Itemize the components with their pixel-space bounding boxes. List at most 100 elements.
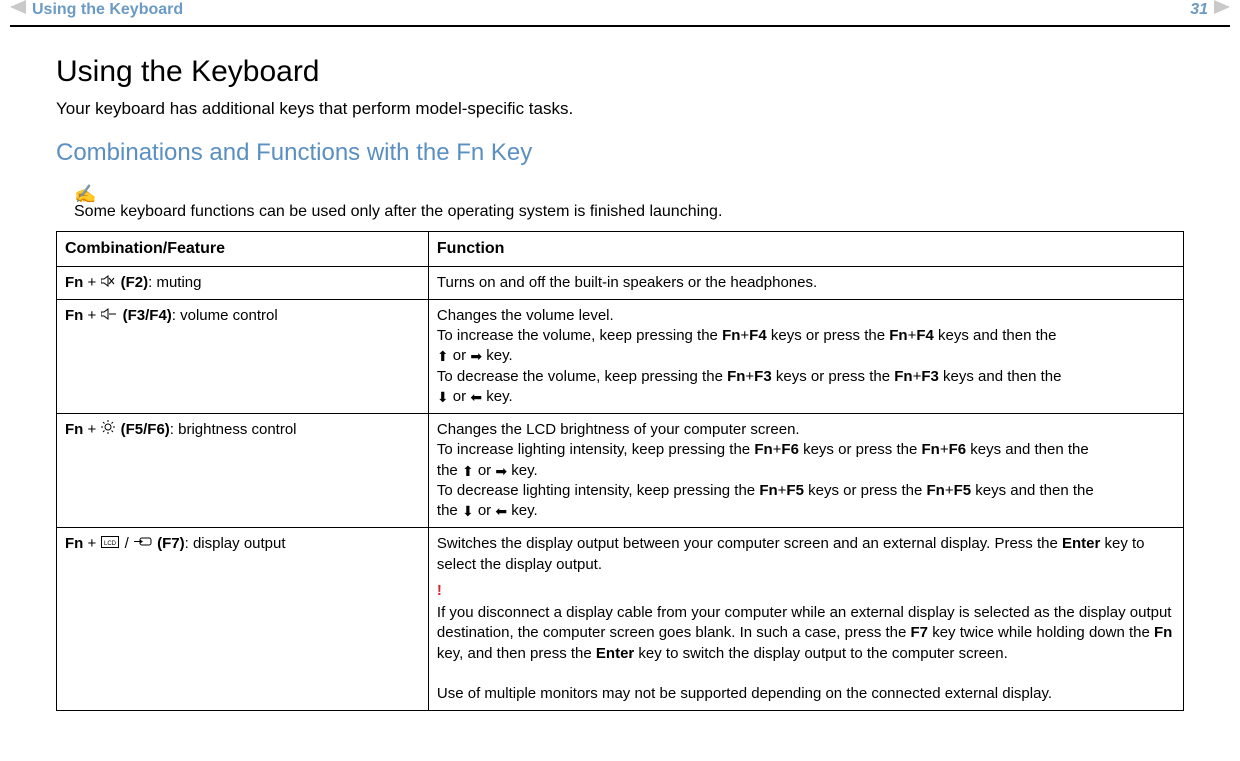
fn-key-label: Fn (65, 274, 83, 291)
key-ref: Fn (759, 482, 777, 499)
table-row: Fn + (F2): muting Turns on and off the b… (57, 266, 1184, 299)
arrow-left-icon: ⬅ (495, 504, 507, 518)
func-text: keys and then the (934, 327, 1057, 344)
combo-cell: Fn + (F3/F4): volume control (57, 299, 429, 413)
combo-desc: : brightness control (170, 421, 297, 438)
arrow-right-icon: ➡ (470, 349, 482, 363)
warning-icon: ! (437, 581, 1175, 601)
key-ref: Fn (727, 368, 745, 385)
nav-next-icon[interactable] (1214, 0, 1230, 19)
key-ref: F7 (911, 624, 929, 641)
key-label: (F2) (121, 274, 149, 291)
note-icon: ✍ (74, 185, 1184, 203)
page-intro: Your keyboard has additional keys that p… (56, 99, 1184, 119)
the-text: the (437, 462, 462, 479)
fn-key-table: Combination/Feature Function Fn + (56, 231, 1184, 711)
func-text: To decrease the volume, keep pressing th… (437, 368, 727, 385)
func-text: keys or press the (767, 327, 890, 344)
arrow-right-icon: ➡ (495, 464, 507, 478)
page-number: 31 (1190, 1, 1208, 19)
function-cell: Changes the LCD brightness of your compu… (428, 414, 1183, 528)
or-text: or (449, 347, 471, 364)
func-line: Changes the LCD brightness of your compu… (437, 421, 800, 438)
page-content: Using the Keyboard Your keyboard has add… (0, 27, 1240, 721)
table-row: Fn + (F5/F6): bri (57, 414, 1184, 528)
key-ref: F6 (781, 441, 799, 458)
key-ref: F3 (754, 368, 772, 385)
plus: + (940, 441, 949, 458)
combo-desc: : volume control (172, 307, 278, 324)
or-text: or (449, 388, 471, 405)
external-display-icon (134, 534, 152, 554)
plus: + (945, 482, 954, 499)
key-ref: F3 (921, 368, 939, 385)
col-header-function: Function (428, 232, 1183, 267)
plus: + (745, 368, 754, 385)
plus-text: + (88, 536, 101, 553)
table-row: Fn + (F3/F4): volume control Changes the… (57, 299, 1184, 413)
or-text: or (474, 462, 496, 479)
func-text: To increase lighting intensity, keep pre… (437, 441, 754, 458)
svg-text:LCD: LCD (104, 541, 117, 547)
func-text: keys and then the (939, 368, 1062, 385)
function-cell: Switches the display output between your… (428, 528, 1183, 711)
plus-text: + (88, 307, 101, 324)
combo-cell: Fn + (F2): muting (57, 266, 429, 299)
key-ref: Fn (894, 368, 912, 385)
func-text: key. (507, 462, 538, 479)
table-row: Fn + LCD / (57, 528, 1184, 711)
func-text: keys or press the (804, 482, 927, 499)
key-label: (F3/F4) (123, 307, 172, 324)
note-text: Some keyboard functions can be used only… (74, 203, 1184, 221)
key-ref: F5 (954, 482, 972, 499)
the-text: the (437, 502, 462, 519)
func-text: key to switch the display output to the … (634, 645, 1008, 662)
breadcrumb: Using the Keyboard (32, 1, 183, 19)
plus: + (740, 327, 749, 344)
section-heading: Combinations and Functions with the Fn K… (56, 139, 1184, 167)
function-cell: Turns on and off the built-in speakers o… (428, 266, 1183, 299)
fn-key-label: Fn (65, 421, 83, 438)
func-text: keys or press the (772, 368, 895, 385)
combo-desc: : muting (148, 274, 201, 291)
func-line: Changes the volume level. (437, 307, 614, 324)
arrow-down-icon: ⬇ (437, 390, 449, 404)
func-text: key. (507, 502, 538, 519)
lcd-icon: LCD (101, 534, 119, 554)
key-ref: Fn (1154, 624, 1172, 641)
key-ref: Fn (889, 327, 907, 344)
func-text: keys and then the (971, 482, 1094, 499)
func-text: key, and then press the (437, 645, 596, 662)
function-cell: Changes the volume level. To increase th… (428, 299, 1183, 413)
key-ref: F5 (786, 482, 804, 499)
table-header-row: Combination/Feature Function (57, 232, 1184, 267)
key-ref: Fn (927, 482, 945, 499)
slash-text: / (125, 536, 133, 553)
mute-icon (101, 273, 115, 293)
key-label: (F7) (157, 536, 185, 553)
key-ref: Enter (596, 645, 634, 662)
or-text: or (474, 502, 496, 519)
key-ref: F4 (916, 327, 934, 344)
arrow-left-icon: ⬅ (470, 390, 482, 404)
key-ref: Fn (921, 441, 939, 458)
plus-text: + (88, 274, 101, 291)
header-left: Using the Keyboard (10, 0, 183, 19)
page-header: Using the Keyboard 31 (0, 0, 1240, 23)
col-header-combination: Combination/Feature (57, 232, 429, 267)
key-ref: F4 (749, 327, 767, 344)
func-text: Use of multiple monitors may not be supp… (437, 685, 1052, 702)
brightness-icon (101, 420, 115, 440)
header-right: 31 (1190, 0, 1230, 19)
func-text: key. (482, 388, 513, 405)
arrow-up-icon: ⬆ (437, 349, 449, 363)
nav-prev-icon[interactable] (10, 0, 26, 19)
combo-cell: Fn + LCD / (57, 528, 429, 711)
warning-text: If you disconnect a display cable from y… (437, 604, 1172, 662)
combo-desc: : display output (185, 536, 286, 553)
combo-cell: Fn + (F5/F6): bri (57, 414, 429, 528)
func-text: keys and then the (966, 441, 1089, 458)
func-text: keys or press the (799, 441, 922, 458)
volume-icon (101, 306, 117, 326)
key-ref: Enter (1062, 535, 1100, 552)
